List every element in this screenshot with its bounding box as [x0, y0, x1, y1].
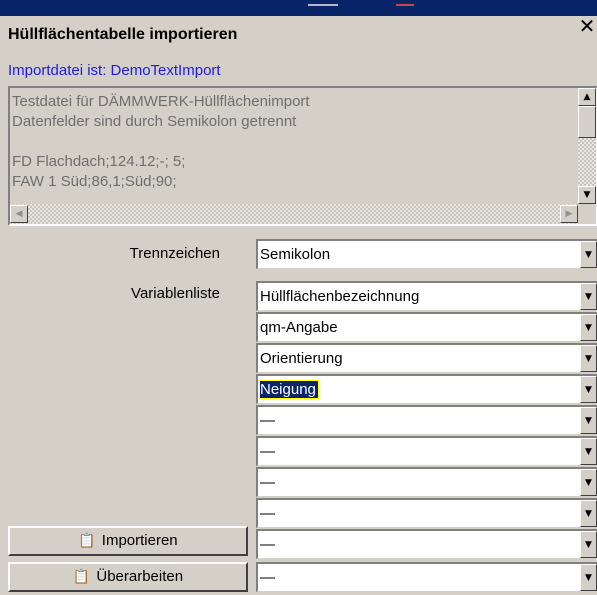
variable-select-2[interactable]: qm-Angabe ▼	[256, 312, 597, 342]
vertical-scrollbar[interactable]: ▲ ▼	[578, 88, 596, 204]
variable-select-1[interactable]: Hüllflächenbezeichnung ▼	[256, 281, 597, 311]
chevron-down-icon[interactable]: ▼	[580, 314, 597, 341]
revise-button-label: Überarbeiten	[96, 568, 184, 585]
preview-textarea[interactable]: Testdatei für DÄMMWERK-Hüllflächenimport…	[8, 86, 597, 226]
variable-value: —	[260, 505, 275, 522]
preview-content[interactable]: Testdatei für DÄMMWERK-Hüllflächenimport…	[10, 88, 578, 204]
scrollbar-corner	[578, 204, 596, 224]
variable-select-3[interactable]: Orientierung ▼	[256, 343, 597, 373]
variable-select-6[interactable]: — ▼	[256, 436, 597, 466]
title-bar-mark	[396, 4, 414, 6]
dialog-title: Hüllflächentabelle importieren	[8, 26, 238, 43]
horizontal-scrollbar[interactable]: ◀ ▶	[10, 204, 578, 224]
variable-value: —	[260, 569, 275, 586]
chevron-down-icon[interactable]: ▼	[580, 531, 597, 558]
separator-select[interactable]: Semikolon ▼	[256, 239, 597, 269]
variable-value: —	[260, 443, 275, 460]
chevron-down-icon[interactable]: ▼	[580, 438, 597, 465]
variables-label: Variablenliste	[131, 285, 220, 302]
chevron-down-icon[interactable]: ▼	[580, 469, 597, 496]
separator-label: Trennzeichen	[129, 245, 220, 262]
scroll-thumb[interactable]	[578, 106, 596, 138]
import-file-label: Importdatei ist: DemoTextImport	[8, 62, 221, 79]
variable-select-5[interactable]: — ▼	[256, 405, 597, 435]
paste-icon: 📋	[72, 569, 91, 585]
variable-select-10[interactable]: — ▼	[256, 562, 597, 592]
import-dialog: ✕ Hüllflächentabelle importieren Importd…	[0, 0, 597, 595]
import-button-label: Importieren	[101, 532, 178, 549]
revise-button[interactable]: 📋 Überarbeiten	[8, 562, 248, 592]
variable-value: Orientierung	[260, 350, 343, 367]
preview-line	[12, 132, 578, 152]
title-bar-mark	[308, 4, 338, 6]
chevron-down-icon[interactable]: ▼	[580, 376, 597, 403]
separator-value: Semikolon	[260, 246, 331, 263]
variable-select-4[interactable]: Neigung ▼	[256, 374, 597, 404]
chevron-down-icon[interactable]: ▼	[580, 345, 597, 372]
preview-line: Testdatei für DÄMMWERK-Hüllflächenimport	[12, 93, 310, 110]
variable-value: Hüllflächenbezeichnung	[260, 288, 420, 305]
scroll-up-icon[interactable]: ▲	[578, 88, 596, 106]
preview-line: FD Flachdach;124.12;-; 5;	[12, 153, 186, 170]
scroll-right-icon[interactable]: ▶	[560, 205, 578, 223]
chevron-down-icon[interactable]: ▼	[580, 500, 597, 527]
variable-select-8[interactable]: — ▼	[256, 498, 597, 528]
chevron-down-icon[interactable]: ▼	[580, 283, 597, 310]
variable-select-7[interactable]: — ▼	[256, 467, 597, 497]
preview-line: FAW 1 Süd;86,1;Süd;90;	[12, 173, 177, 190]
scroll-down-icon[interactable]: ▼	[578, 186, 596, 204]
variable-select-9[interactable]: — ▼	[256, 529, 597, 559]
preview-line: Datenfelder sind durch Semikolon getrenn…	[12, 113, 297, 130]
variable-value: qm-Angabe	[260, 319, 338, 336]
variable-value: —	[260, 536, 275, 553]
title-bar[interactable]	[0, 0, 597, 16]
chevron-down-icon[interactable]: ▼	[580, 407, 597, 434]
chevron-down-icon[interactable]: ▼	[580, 241, 597, 268]
import-button[interactable]: 📋 Importieren	[8, 526, 248, 556]
close-icon[interactable]: ✕	[577, 16, 597, 38]
variable-value: —	[260, 412, 275, 429]
scroll-left-icon[interactable]: ◀	[10, 205, 28, 223]
variable-value: —	[260, 474, 275, 491]
variable-value-selected: Neigung	[259, 380, 319, 399]
paste-icon: 📋	[78, 533, 96, 549]
chevron-down-icon[interactable]: ▼	[580, 564, 597, 591]
